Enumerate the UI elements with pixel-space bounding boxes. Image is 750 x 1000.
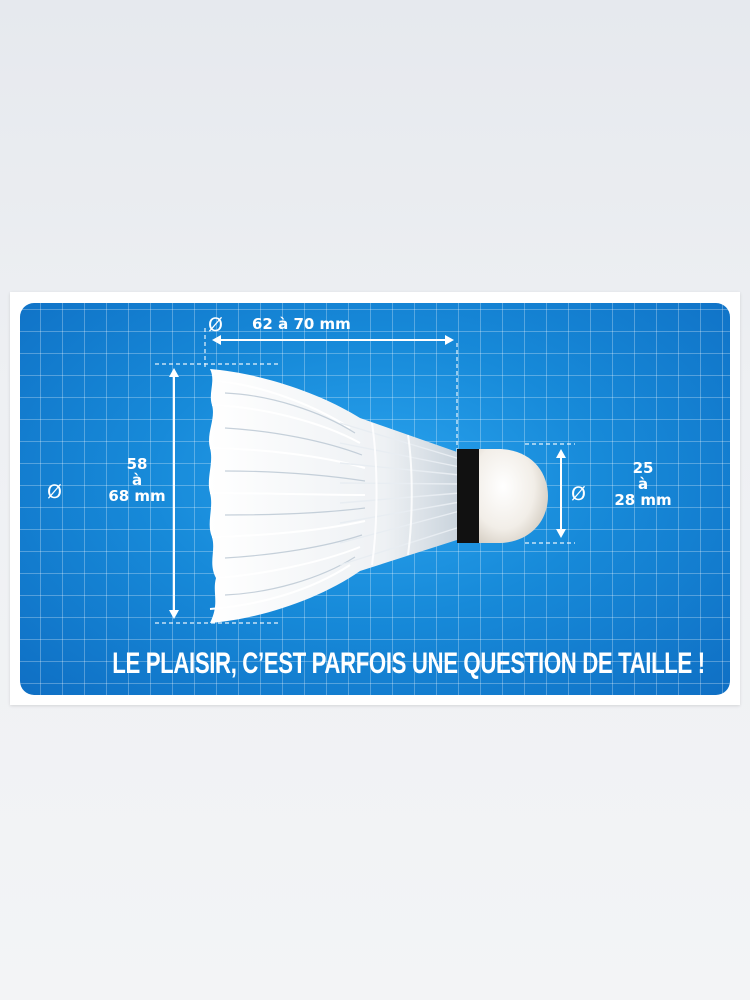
length-label: 62 à 70 mm	[252, 315, 351, 333]
blueprint-panel: Ø 62 à 70 mm Ø 58 à 68 mm Ø 25 à 28 mm L…	[20, 303, 730, 695]
dimension-arrow	[212, 335, 454, 345]
poster-frame: Ø 62 à 70 mm Ø 58 à 68 mm Ø 25 à 28 mm L…	[10, 292, 740, 705]
dimension-arrow	[556, 449, 566, 538]
base-diameter-label: 25 à 28 mm	[608, 460, 678, 509]
band	[457, 449, 479, 543]
feather-diameter-label: 58 à 68 mm	[96, 456, 178, 505]
tagline: LE PLAISIR, C’EST PARFOIS UNE QUESTION D…	[112, 647, 705, 680]
base-diameter-max: 28 mm	[614, 490, 672, 509]
feather-diameter-max: 68 mm	[108, 486, 166, 505]
diameter-symbol: Ø	[47, 481, 62, 503]
cork-base	[479, 449, 548, 543]
diameter-symbol: Ø	[571, 483, 586, 505]
feather-skirt	[208, 369, 461, 623]
diameter-symbol: Ø	[208, 314, 223, 336]
